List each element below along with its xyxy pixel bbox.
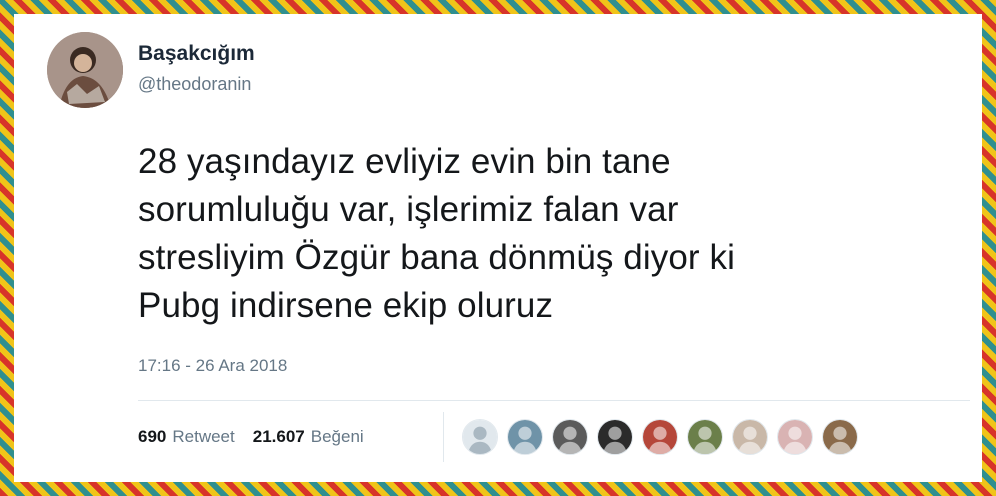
- liker-avatar[interactable]: [822, 419, 858, 455]
- user-avatar-icon: [688, 420, 722, 454]
- author-handle[interactable]: @theodoranin: [138, 74, 251, 95]
- tweet-card: Başakcığım @theodoranin 28 yaşındayız ev…: [14, 14, 982, 482]
- liker-avatar[interactable]: [462, 419, 498, 455]
- liker-avatar[interactable]: [507, 419, 543, 455]
- retweet-count[interactable]: 690: [138, 427, 166, 447]
- liker-avatar[interactable]: [642, 419, 678, 455]
- liker-avatar[interactable]: [597, 419, 633, 455]
- liker-avatar[interactable]: [777, 419, 813, 455]
- tweet-text: 28 yaşındayız evliyiz evin bin tane soru…: [138, 142, 735, 325]
- user-avatar-icon: [778, 420, 812, 454]
- user-avatar-icon: [643, 420, 677, 454]
- liker-avatar[interactable]: [687, 419, 723, 455]
- author-avatar[interactable]: [47, 32, 123, 108]
- divider: [138, 400, 970, 401]
- user-avatar-icon: [508, 420, 542, 454]
- retweet-label[interactable]: Retweet: [172, 427, 234, 447]
- liker-avatars: [462, 419, 867, 455]
- default-avatar-icon: [463, 420, 497, 454]
- like-count[interactable]: 21.607: [253, 427, 305, 447]
- stats-divider: [443, 412, 444, 462]
- like-label[interactable]: Beğeni: [311, 427, 364, 447]
- tweet-stats: 690 Retweet 21.607 Beğeni: [138, 427, 382, 447]
- tweet-timestamp[interactable]: 17:16 - 26 Ara 2018: [138, 356, 287, 376]
- author-name[interactable]: Başakcığım: [138, 42, 255, 66]
- liker-avatar[interactable]: [552, 419, 588, 455]
- user-avatar-icon: [598, 420, 632, 454]
- user-avatar-icon: [823, 420, 857, 454]
- user-photo-icon: [47, 32, 123, 108]
- liker-avatar[interactable]: [732, 419, 768, 455]
- user-avatar-icon: [553, 420, 587, 454]
- user-avatar-icon: [733, 420, 767, 454]
